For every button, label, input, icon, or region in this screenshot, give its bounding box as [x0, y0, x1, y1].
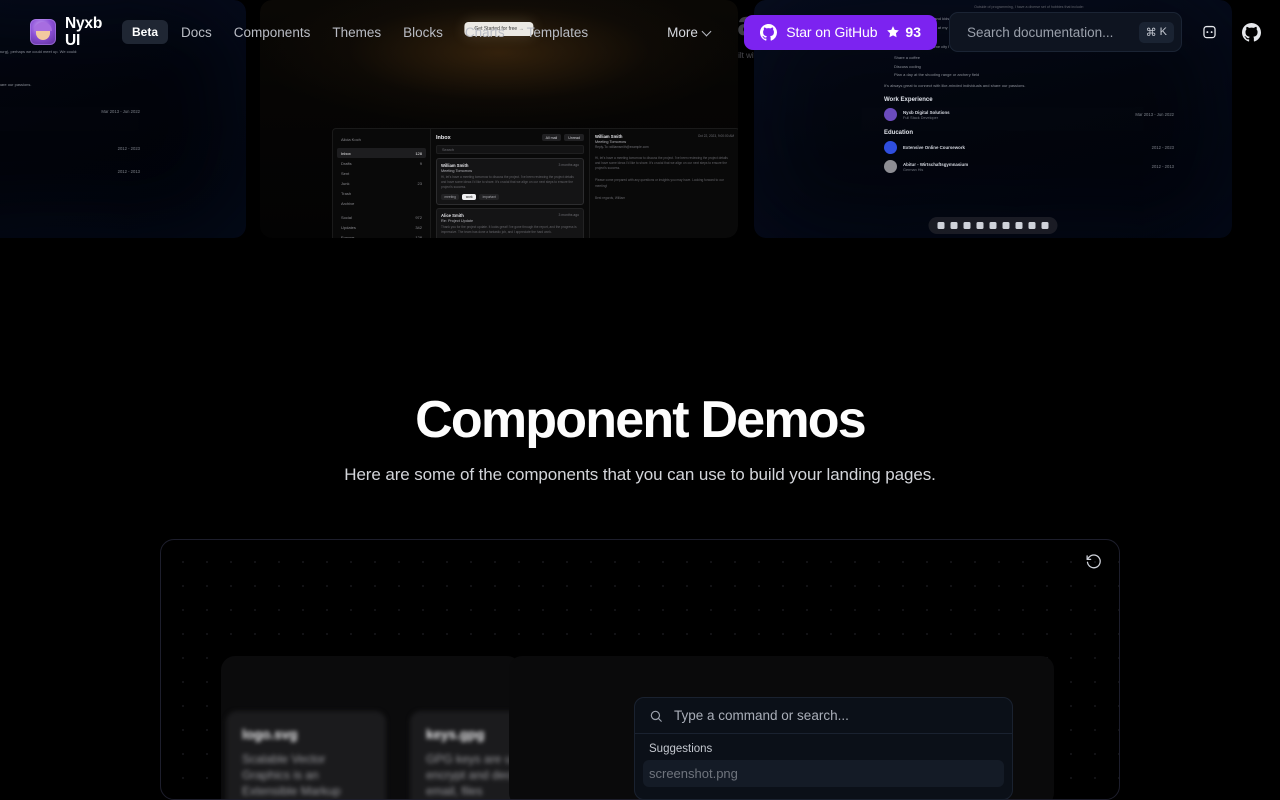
brand-name: Nyxb UI — [65, 14, 103, 49]
mail-folder: Archive — [341, 200, 355, 206]
portfolio-social-dock — [928, 217, 1058, 234]
search-shortcut-kbd: ⌘ K — [1138, 21, 1174, 43]
file-card-name: logo.svg — [242, 727, 298, 742]
nav-link-templates[interactable]: Templates — [516, 19, 600, 46]
github-star-count: 93 — [886, 24, 921, 40]
dock-icon — [989, 222, 997, 229]
chevron-down-icon — [703, 28, 712, 37]
mail-folder: Junk 23 — [341, 180, 422, 186]
search-icon — [649, 709, 663, 723]
page-subtitle: Here are some of the components that you… — [344, 465, 936, 485]
mail-folder: Sent — [341, 170, 350, 176]
work-date-left: Mar 2013 - Jun 2022 — [101, 109, 140, 114]
dock-icon — [937, 222, 945, 229]
mail-filter-unread: Unread — [564, 134, 584, 142]
edu-date2-left: 2012 - 2013 — [117, 169, 140, 174]
dock-icon — [1028, 222, 1036, 229]
star-icon — [886, 25, 900, 39]
startup-mail-app: Alicia Koch Inbox 128 Drafts 9 Sent Junk 23 — [332, 128, 738, 238]
nav-link-blocks[interactable]: Blocks — [392, 19, 454, 46]
github-icon — [760, 23, 778, 41]
mail-folder: Social 972 — [341, 214, 422, 220]
mail-folder: Trash — [341, 190, 352, 196]
dock-icon — [963, 222, 971, 229]
star-on-github-button[interactable]: Star on GitHub 93 — [744, 14, 937, 50]
mail-folder: Forums 128 — [341, 234, 422, 239]
portfolio-edu-heading: Education — [884, 130, 914, 136]
portfolio-edu-item: Extensive Online Coursework 2012 - 2023 — [884, 141, 1174, 154]
portfolio-work-heading: Work Experience — [884, 97, 933, 103]
command-palette-placeholder: Type a command or search... — [674, 708, 849, 723]
mail-sidebar: Alicia Koch Inbox 128 Drafts 9 Sent Junk 23 — [333, 129, 431, 238]
portfolio-bullet: Plan a day at the shooting range or arch… — [894, 72, 980, 77]
command-palette-item[interactable]: screenshot.png — [643, 760, 1004, 787]
mail-reader-pane: William Smith Meeting Tomorrow Reply-To:… — [589, 129, 738, 238]
file-card[interactable]: logo.svg Scalable Vector Graphics is an … — [226, 711, 386, 799]
file-card-description: Scalable Vector Graphics is an Extensibl… — [242, 752, 341, 799]
mail-account: Alicia Koch — [341, 136, 361, 142]
nav-link-themes[interactable]: Themes — [321, 19, 392, 46]
mail-folder: Inbox 128 — [337, 148, 426, 158]
portfolio-work-item: Nyxb Digital Solutions Full Stack Develo… — [884, 108, 1174, 121]
mail-folder: Drafts 9 — [341, 160, 422, 166]
portfolio-edu-item: Abitur - Wirtschaftsgymnasium German His… — [884, 160, 1174, 173]
dock-icon — [1041, 222, 1049, 229]
portfolio-para2: It's always great to connect with like-m… — [884, 83, 1026, 88]
search-placeholder: Search documentation... — [967, 24, 1114, 40]
rotate-ccw-icon[interactable] — [1081, 549, 1105, 573]
page-root: Nyxb UI is the new way to build landing … — [0, 0, 1280, 800]
nav-more-dropdown[interactable]: More — [657, 19, 722, 46]
edu-date1-left: 2012 - 2023 — [117, 146, 140, 151]
dock-icon — [1015, 222, 1023, 229]
mail-list: Inbox All mail Unread Search William Smi… — [431, 129, 589, 238]
brand[interactable]: Nyxb UI — [30, 15, 113, 50]
nav-link-components[interactable]: Components — [223, 19, 322, 46]
portfolio-para2-left: It's always great to connect with like-m… — [0, 82, 32, 87]
dock-icon — [1002, 222, 1010, 229]
nav-link-charts[interactable]: Charts — [454, 19, 516, 46]
discord-icon[interactable] — [1194, 17, 1224, 47]
nav-link-docs[interactable]: Docs — [170, 19, 223, 46]
navbar: Nyxb UI Beta Docs Components Themes Bloc… — [0, 0, 1280, 64]
dock-icon — [950, 222, 958, 229]
star-on-github-label: Star on GitHub — [786, 24, 878, 40]
file-cards-demo: logo.svg Scalable Vector Graphics is an … — [226, 656, 570, 799]
search-input[interactable]: Search documentation... ⌘ K — [949, 12, 1182, 52]
command-palette-input[interactable]: Type a command or search... — [635, 698, 1012, 734]
github-icon[interactable] — [1236, 17, 1266, 47]
mail-folder: Updates 342 — [341, 224, 422, 230]
nyxb-avatar-logo-icon — [30, 19, 56, 45]
command-palette: Type a command or search... Suggestions … — [634, 697, 1013, 800]
command-palette-group-label: Suggestions — [649, 743, 713, 755]
mail-message-item: William Smith 3 months ago Meeting Tomor… — [436, 158, 584, 205]
mail-message-item: Alice Smith 3 months ago Re: Project Upd… — [436, 207, 584, 238]
page-title: Component Demos — [415, 391, 866, 449]
component-demos-header: Component Demos Here are some of the com… — [0, 391, 1280, 485]
nav-links: Beta Docs Components Themes Blocks Chart… — [122, 19, 722, 46]
mail-search-input: Search — [436, 145, 584, 155]
dock-icon — [976, 222, 984, 229]
navbar-right: Star on GitHub 93 Search documentation..… — [744, 12, 1266, 52]
mail-inbox-title: Inbox — [436, 134, 451, 141]
mail-filter-allmail: All mail — [541, 134, 562, 142]
portfolio-bullet: Discuss coding — [894, 63, 921, 69]
nav-more-label: More — [667, 24, 698, 40]
beta-badge: Beta — [122, 20, 169, 44]
